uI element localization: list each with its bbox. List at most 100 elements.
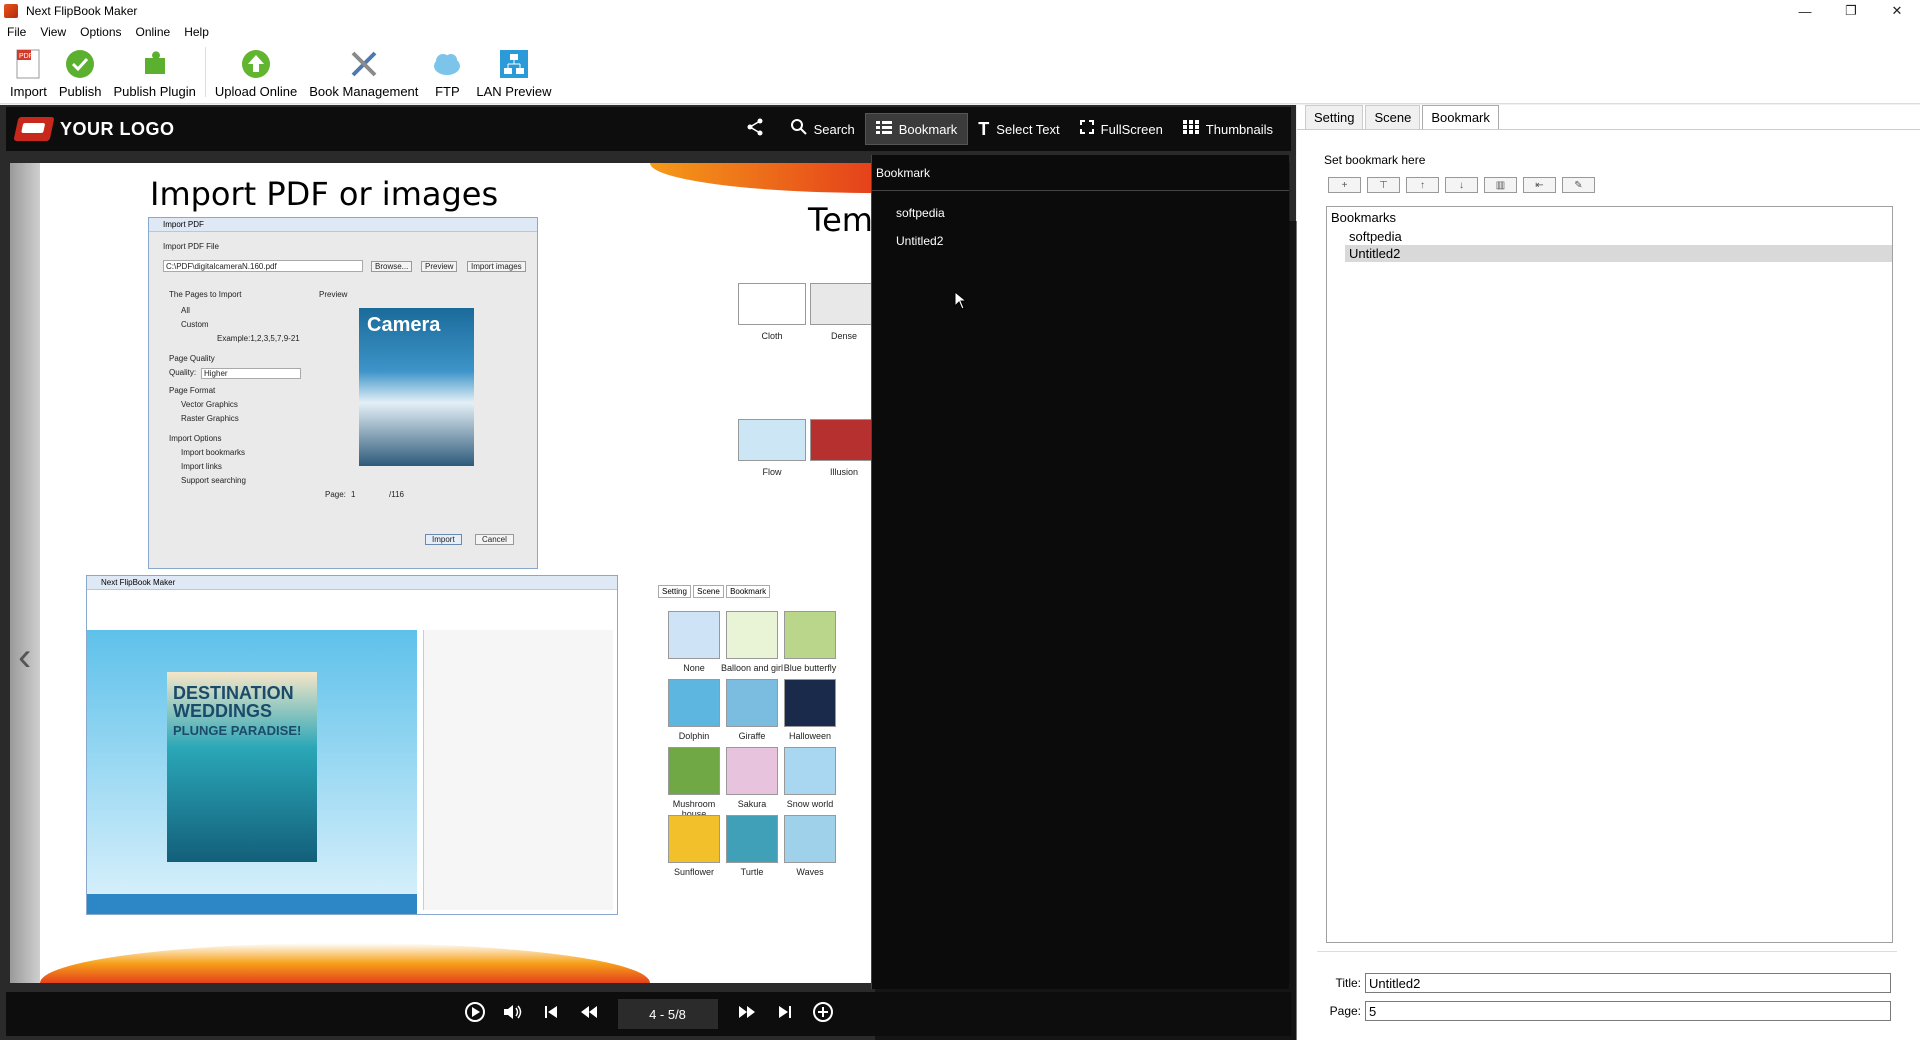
menu-file[interactable]: File (0, 25, 33, 39)
grid-icon (1182, 119, 1199, 139)
dialog-import-pdf-file: Import PDF File (163, 242, 220, 251)
page-row: Page: (1329, 1001, 1891, 1021)
bookmark-tree[interactable]: Bookmarks softpedia Untitled2 (1326, 206, 1893, 943)
last-page-icon (778, 1005, 791, 1018)
scene-label-waves: Waves (796, 867, 824, 877)
fullscreen-button[interactable]: FullScreen (1070, 113, 1173, 145)
dialog-preview-label: Preview (319, 290, 348, 299)
minimize-button[interactable]: — (1782, 0, 1828, 22)
page-edge (10, 163, 40, 983)
dialog-vector: Vector Graphics (181, 400, 238, 409)
dialog-import-links: Import links (181, 462, 222, 471)
dialog-page-val: 1 (351, 490, 356, 499)
scene-label-butterfly: Blue butterfly (783, 663, 837, 673)
scene-sunflower (668, 815, 720, 863)
ftp-button[interactable]: FTP (424, 41, 470, 103)
delete-bookmark-button[interactable]: ▥ (1484, 177, 1517, 193)
right-page[interactable]: Template and scene Cloth Dense Flow Illu… (650, 163, 875, 983)
set-bookmark-label: Set bookmark here (1324, 153, 1426, 167)
menu-view[interactable]: View (33, 25, 73, 39)
mouse-cursor-icon (954, 291, 968, 310)
lan-preview-label: LAN Preview (476, 84, 552, 99)
tools-icon (347, 47, 381, 81)
tree-item-softpedia[interactable]: softpedia (1327, 228, 1892, 245)
add-bookmark-button[interactable]: + (1328, 177, 1361, 193)
maximize-button[interactable]: ❐ (1828, 0, 1874, 22)
menu-online[interactable]: Online (129, 25, 178, 39)
edit-bookmark-button[interactable]: ✎ (1562, 177, 1595, 193)
move-down-button[interactable]: ↓ (1445, 177, 1478, 193)
insert-bookmark-button[interactable]: ⊤ (1367, 177, 1400, 193)
template-thumb-illusion (810, 419, 875, 461)
scene-dolphin (668, 679, 720, 727)
tab-scene[interactable]: Scene (1365, 105, 1421, 129)
publish-button[interactable]: Publish (53, 41, 108, 103)
upload-icon (239, 47, 273, 81)
zoom-in-button[interactable] (804, 1001, 842, 1028)
scene-tabs: Setting Scene Bookmark (658, 585, 771, 598)
lan-preview-button[interactable]: LAN Preview (470, 41, 557, 103)
bookmark-label: Bookmark (898, 121, 958, 137)
title-row: Title: (1329, 973, 1891, 993)
logo: YOUR LOGO (13, 117, 175, 141)
search-button[interactable]: Search (781, 113, 865, 145)
speaker-icon (503, 1004, 521, 1019)
bookmark-button[interactable]: Bookmark (864, 113, 969, 145)
menu-options[interactable]: Options (73, 25, 128, 39)
dialog-import-images: Import images (467, 261, 526, 272)
book-management-label: Book Management (309, 84, 419, 99)
scene-label-halloween: Halloween (788, 731, 832, 741)
last-page-button[interactable] (766, 1004, 804, 1025)
dialog-titlebar: Import PDF (149, 218, 537, 232)
page-field[interactable] (1365, 1001, 1891, 1021)
close-button[interactable]: ✕ (1874, 0, 1920, 22)
ftp-label: FTP (435, 84, 460, 99)
dialog-path-field: C:\PDF\digitalcameraN.160.pdf (163, 260, 363, 272)
template-label-dense: Dense (830, 331, 857, 341)
tree-item-untitled2[interactable]: Untitled2 (1345, 245, 1892, 262)
upload-online-label: Upload Online (214, 84, 298, 99)
title-field[interactable] (1365, 973, 1891, 993)
sound-button[interactable] (494, 1002, 532, 1027)
inner-app-controls (87, 894, 417, 914)
orange-wave-decoration (40, 943, 650, 983)
play-button[interactable] (456, 1001, 494, 1028)
next-page-button[interactable] (728, 1004, 766, 1025)
import-pdf-dialog-image: Import PDF Import PDF File C:\PDF\digita… (148, 217, 538, 569)
tree-root[interactable]: Bookmarks (1327, 207, 1892, 228)
template-label-illusion: Illusion (829, 467, 858, 477)
thumbnails-button[interactable]: Thumbnails (1173, 113, 1283, 145)
fast-forward-icon (738, 1005, 755, 1018)
dialog-support-searching: Support searching (181, 476, 246, 485)
previous-page-button[interactable] (570, 1004, 608, 1025)
tab-setting[interactable]: Setting (1305, 105, 1364, 129)
previous-page-arrow-icon[interactable]: ‹ (18, 635, 31, 680)
thumbnails-label: Thumbnails (1205, 121, 1273, 137)
tab-bookmark[interactable]: Bookmark (1422, 105, 1499, 129)
page-indicator[interactable]: 4 - 5/8 (617, 999, 718, 1029)
import-icon: PDF (11, 47, 45, 81)
template-thumb-flow (738, 419, 806, 461)
publish-label: Publish (58, 84, 102, 99)
import-button[interactable]: PDF Import (4, 41, 53, 103)
menu-help[interactable]: Help (177, 25, 216, 39)
book-management-button[interactable]: Book Management (303, 41, 424, 103)
upload-online-button[interactable]: Upload Online (209, 41, 303, 103)
viewer-bottom-bar: 4 - 5/8 (6, 992, 1291, 1036)
left-page[interactable]: Import PDF or images Import PDF Import P… (10, 163, 650, 983)
dialog-page-total: /116 (389, 490, 404, 499)
panel-tabs: Setting Scene Bookmark (1305, 105, 1501, 129)
dialog-preview-btn: Preview (421, 261, 458, 272)
publish-plugin-button[interactable]: Publish Plugin (107, 41, 201, 103)
first-page-button[interactable] (532, 1004, 570, 1025)
select-text-button[interactable]: T Select Text (968, 113, 1069, 145)
share-button[interactable] (736, 113, 781, 145)
play-icon (464, 1001, 485, 1022)
bookmark-overlay-item[interactable]: Untitled2 (872, 227, 1289, 255)
publish-plugin-label: Publish Plugin (113, 84, 196, 99)
window-controls: — ❐ ✕ (1782, 0, 1920, 22)
move-up-button[interactable]: ↑ (1406, 177, 1439, 193)
outdent-bookmark-button[interactable]: ⇤ (1523, 177, 1556, 193)
bookmark-overlay-item[interactable]: softpedia (872, 199, 1289, 227)
dialog-page-quality: Page Quality (169, 354, 215, 363)
